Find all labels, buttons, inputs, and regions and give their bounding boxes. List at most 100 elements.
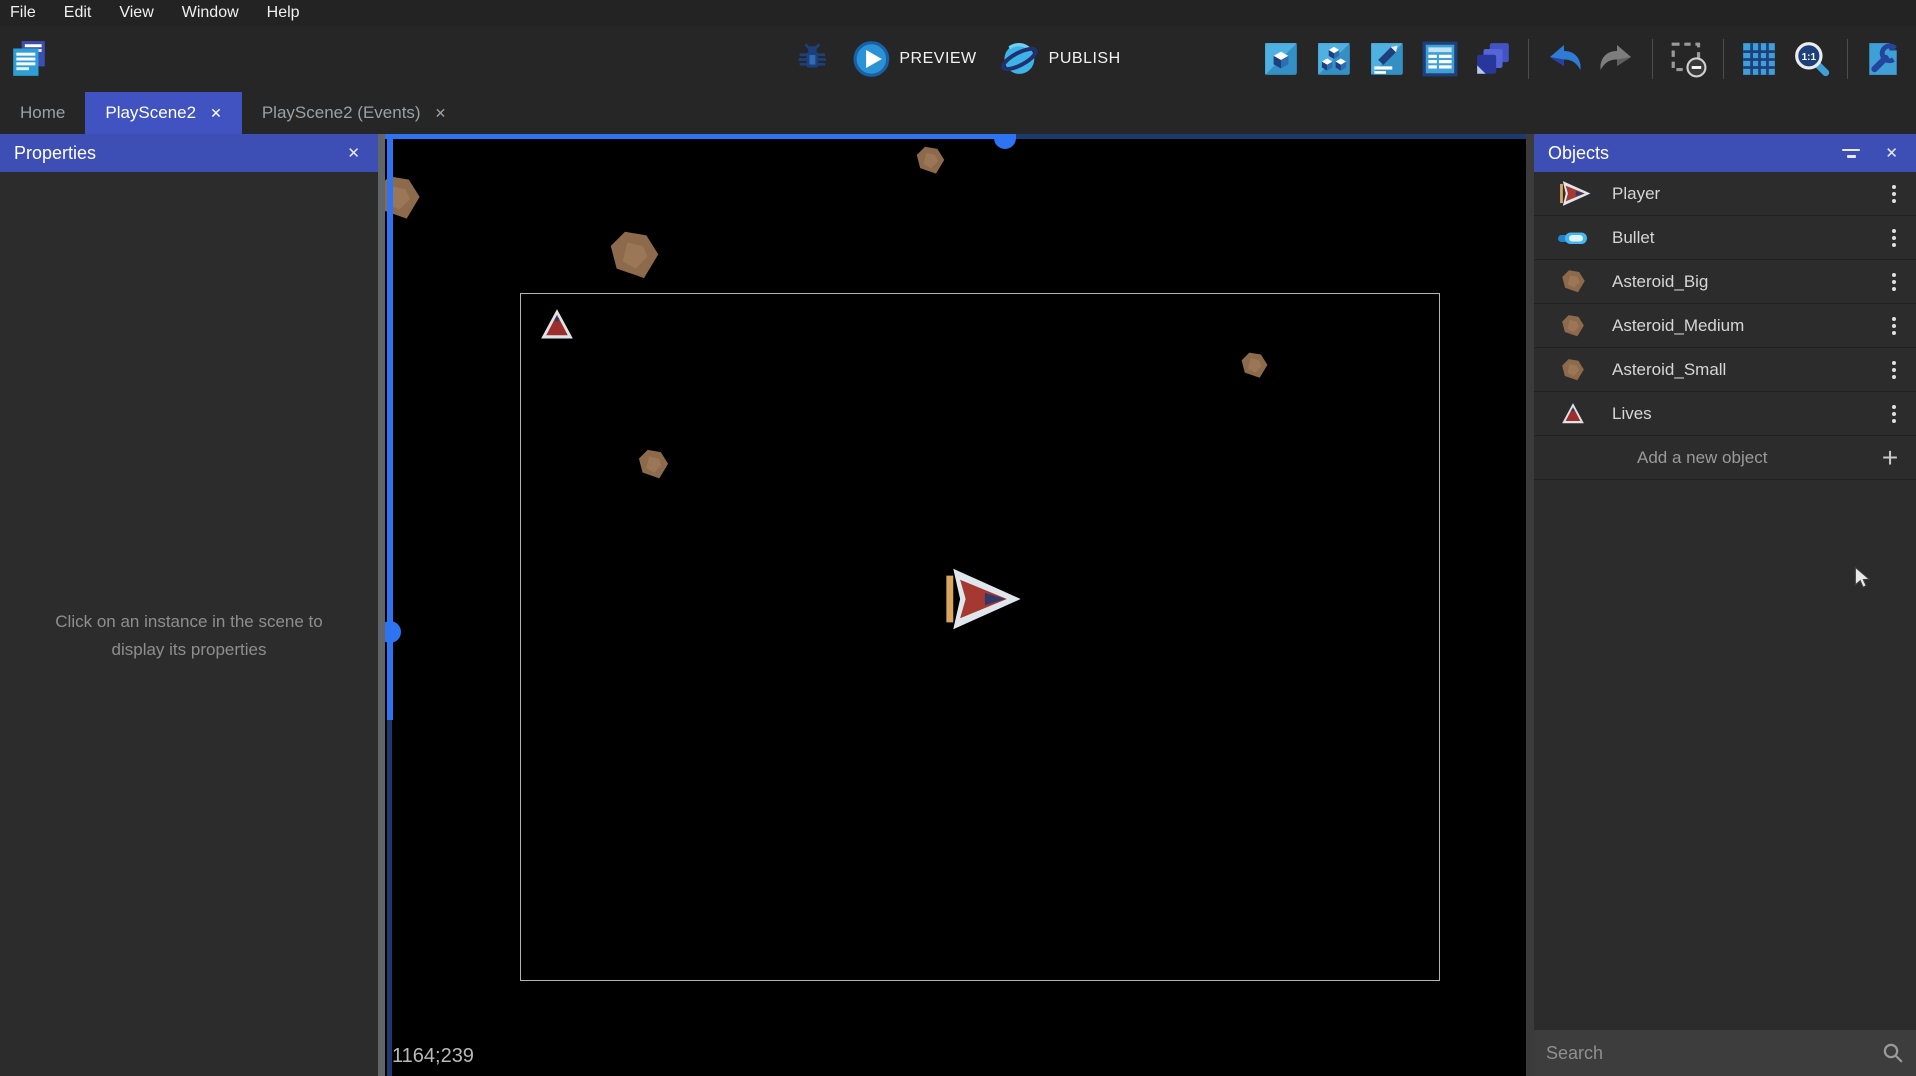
toggle-grid-button[interactable] <box>1736 34 1782 84</box>
add-object-button[interactable]: Add a new object + <box>1534 436 1916 480</box>
object-row-lives[interactable]: Lives <box>1534 392 1916 436</box>
preview-label: PREVIEW <box>899 50 976 68</box>
redo-icon <box>1598 40 1636 78</box>
selection-edge-top-far[interactable] <box>1016 134 1534 139</box>
add-object-label: Add a new object <box>1534 448 1864 468</box>
objects-close-icon[interactable]: ✕ <box>1881 142 1902 164</box>
lives-instance[interactable] <box>538 306 576 344</box>
tab-home-label: Home <box>20 103 65 123</box>
objects-panel-icon <box>1262 40 1300 78</box>
objects-panel-empty-area <box>1534 480 1916 1030</box>
objects-panel-title: Objects <box>1548 143 1841 164</box>
tab-playscene2-label: PlayScene2 <box>105 103 196 123</box>
menu-edit[interactable]: Edit <box>64 4 92 22</box>
debugger-button[interactable] <box>789 34 835 84</box>
properties-panel: Properties ✕ Click on an instance in the… <box>0 134 378 1076</box>
publish-label: PUBLISH <box>1049 50 1121 68</box>
menu-file[interactable]: File <box>10 4 36 22</box>
tab-close-icon[interactable]: ✕ <box>435 105 447 122</box>
selection-edge-left-far[interactable] <box>387 720 392 1076</box>
object-name: Lives <box>1612 404 1872 424</box>
asteroid-instance[interactable] <box>636 447 671 482</box>
asteroid-icon <box>1534 313 1612 339</box>
layers-icon <box>1474 40 1512 78</box>
selection-edge-top[interactable] <box>385 134 1016 139</box>
asteroid-instance[interactable] <box>606 227 663 284</box>
object-name: Player <box>1612 184 1872 204</box>
menu-help[interactable]: Help <box>267 4 300 22</box>
properties-panel-title: Properties <box>14 143 343 164</box>
tab-home[interactable]: Home <box>0 92 85 134</box>
kebab-menu-icon <box>1892 236 1896 240</box>
asteroid-instance[interactable] <box>1239 350 1270 381</box>
publish-button[interactable]: PUBLISH <box>993 34 1127 84</box>
deselect-icon <box>1669 40 1707 78</box>
bug-icon <box>794 41 830 77</box>
kebab-menu-icon <box>1892 368 1896 372</box>
preview-button[interactable]: PREVIEW <box>845 35 982 83</box>
tab-playscene2-events[interactable]: PlayScene2 (Events) ✕ <box>242 92 466 134</box>
object-menu-button[interactable] <box>1872 304 1916 348</box>
panel-resize-handle[interactable] <box>378 134 385 1076</box>
object-row-player[interactable]: Player <box>1534 172 1916 216</box>
objects-search-input[interactable] <box>1546 1043 1882 1064</box>
player-instance[interactable] <box>934 565 1022 633</box>
scene-properties-button[interactable] <box>1860 34 1906 84</box>
object-menu-button[interactable] <box>1872 216 1916 260</box>
wrench-icon <box>1864 40 1902 78</box>
player-ship-icon <box>1534 180 1612 207</box>
properties-hint-text: Click on an instance in the scene to dis… <box>0 608 378 664</box>
object-menu-button[interactable] <box>1872 348 1916 392</box>
object-row-asteroid-big[interactable]: Asteroid_Big <box>1534 260 1916 304</box>
filter-icon[interactable] <box>1841 149 1861 158</box>
object-row-bullet[interactable]: Bullet <box>1534 216 1916 260</box>
lives-ship-icon <box>1534 401 1612 427</box>
toolbar-separator <box>1723 39 1724 79</box>
object-groups-icon <box>1315 40 1353 78</box>
bullet-icon <box>1534 230 1612 246</box>
object-menu-button[interactable] <box>1872 392 1916 436</box>
grid-icon <box>1740 40 1778 78</box>
object-row-asteroid-medium[interactable]: Asteroid_Medium <box>1534 304 1916 348</box>
redo-button[interactable] <box>1594 34 1640 84</box>
publish-globe-icon <box>999 38 1041 80</box>
instances-list-icon <box>1421 40 1459 78</box>
kebab-menu-icon <box>1892 412 1896 416</box>
kebab-menu-icon <box>1892 192 1896 196</box>
project-manager-button[interactable] <box>6 34 52 84</box>
toggle-instances-list-button[interactable] <box>1417 34 1463 84</box>
asteroid-instance[interactable] <box>914 144 947 177</box>
properties-panel-header: Properties ✕ <box>0 134 378 172</box>
toolbar-separator <box>1528 39 1529 79</box>
objects-panel: Objects ✕ Player Bullet Asteroid_Big <box>1534 134 1916 1076</box>
toolbar-separator <box>1847 39 1848 79</box>
selection-handle-top[interactable] <box>994 137 1016 149</box>
zoom-one-to-one-button[interactable]: 1:1 <box>1789 34 1835 84</box>
menu-bar: File Edit View Window Help <box>0 0 1916 26</box>
toggle-properties-panel-button[interactable] <box>1364 34 1410 84</box>
tab-bar: Home PlayScene2 ✕ PlayScene2 (Events) ✕ <box>0 92 1916 134</box>
object-row-asteroid-small[interactable]: Asteroid_Small <box>1534 348 1916 392</box>
asteroid-icon <box>1534 357 1612 383</box>
game-window-frame <box>520 293 1440 981</box>
object-menu-button[interactable] <box>1872 260 1916 304</box>
properties-close-icon[interactable]: ✕ <box>343 142 364 164</box>
kebab-menu-icon <box>1892 280 1896 284</box>
deselect-all-button[interactable] <box>1665 34 1711 84</box>
tab-playscene2-events-label: PlayScene2 (Events) <box>262 103 421 123</box>
scene-editor-canvas[interactable]: 1164;239 <box>378 134 1534 1076</box>
object-menu-button[interactable] <box>1872 172 1916 216</box>
menu-view[interactable]: View <box>119 4 153 22</box>
object-name: Asteroid_Small <box>1612 360 1872 380</box>
menu-window[interactable]: Window <box>182 4 239 22</box>
undo-button[interactable] <box>1541 34 1587 84</box>
toggle-layers-button[interactable] <box>1470 34 1516 84</box>
object-name: Asteroid_Big <box>1612 272 1872 292</box>
tab-close-icon[interactable]: ✕ <box>210 105 222 122</box>
toggle-object-groups-button[interactable] <box>1311 34 1357 84</box>
canvas-scrollbar[interactable] <box>1526 134 1534 1076</box>
toggle-objects-panel-button[interactable] <box>1258 34 1304 84</box>
undo-icon <box>1545 40 1583 78</box>
tab-playscene2[interactable]: PlayScene2 ✕ <box>85 92 241 134</box>
preview-play-icon <box>851 39 891 79</box>
